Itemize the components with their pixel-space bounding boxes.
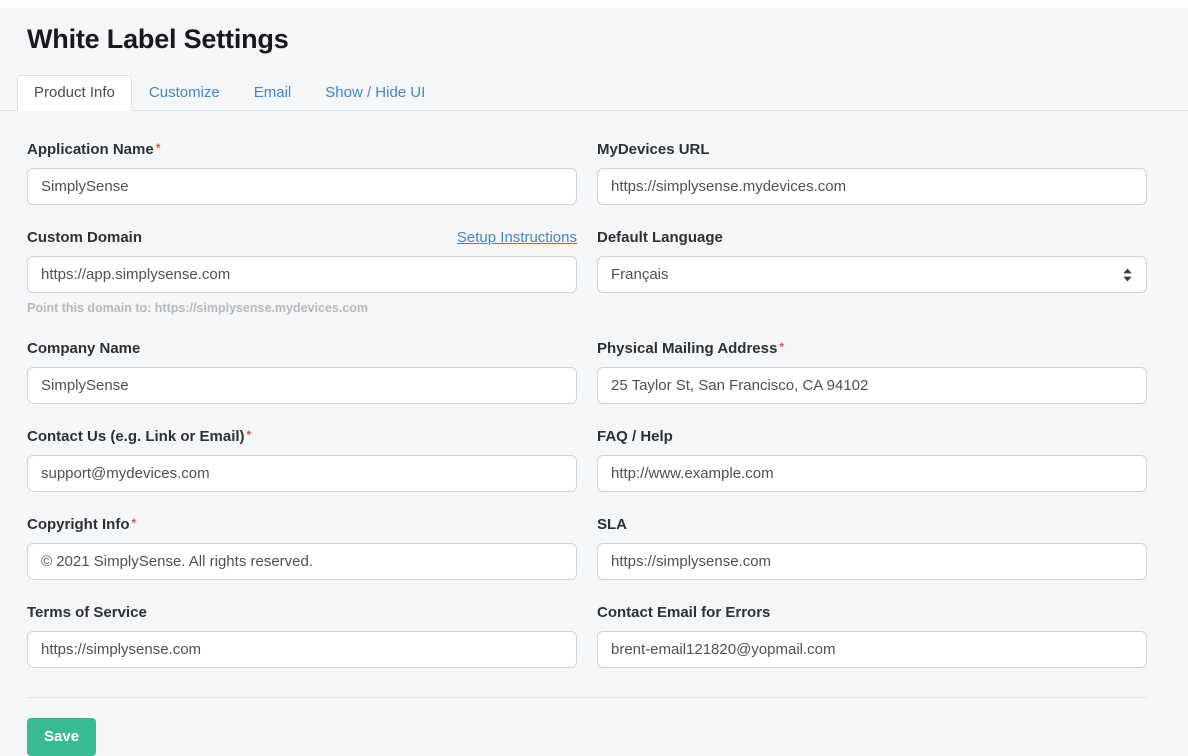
field-physical-mailing-address: Physical Mailing Address*	[597, 338, 1147, 404]
required-asterisk: *	[131, 516, 136, 530]
white-label-settings-page: White Label Settings Product Info Custom…	[0, 8, 1188, 756]
product-info-form: Application Name* MyDevices URL Custom D…	[27, 111, 1147, 668]
faq-help-label: FAQ / Help	[597, 426, 673, 447]
terms-of-service-label: Terms of Service	[27, 602, 147, 623]
page-title: White Label Settings	[27, 24, 1147, 55]
contact-email-for-errors-label: Contact Email for Errors	[597, 602, 770, 623]
required-asterisk: *	[156, 141, 161, 155]
field-terms-of-service: Terms of Service	[27, 602, 577, 668]
tab-product-info[interactable]: Product Info	[17, 75, 132, 111]
field-mydevices-url: MyDevices URL	[597, 139, 1147, 205]
select-arrows-icon	[1122, 268, 1133, 282]
terms-of-service-input[interactable]	[27, 631, 577, 668]
field-sla: SLA	[597, 514, 1147, 580]
company-name-label: Company Name	[27, 338, 140, 359]
tab-email[interactable]: Email	[237, 75, 309, 111]
setup-instructions-link[interactable]: Setup Instructions	[457, 229, 577, 246]
default-language-value: Français	[611, 266, 669, 283]
field-contact-email-for-errors: Contact Email for Errors	[597, 602, 1147, 668]
field-company-name: Company Name	[27, 338, 577, 404]
company-name-input[interactable]	[27, 367, 577, 404]
field-application-name: Application Name*	[27, 139, 577, 205]
application-name-label: Application Name*	[27, 139, 160, 160]
default-language-select[interactable]: Français	[597, 256, 1147, 293]
sla-input[interactable]	[597, 543, 1147, 580]
default-language-label: Default Language	[597, 227, 723, 248]
required-asterisk: *	[247, 428, 252, 442]
mydevices-url-input[interactable]	[597, 168, 1147, 205]
field-faq-help: FAQ / Help	[597, 426, 1147, 492]
copyright-info-input[interactable]	[27, 543, 577, 580]
mydevices-url-label: MyDevices URL	[597, 139, 710, 160]
settings-tabs: Product Info Customize Email Show / Hide…	[0, 75, 1188, 111]
field-contact-us: Contact Us (e.g. Link or Email)*	[27, 426, 577, 492]
tab-customize[interactable]: Customize	[132, 75, 237, 111]
physical-mailing-address-label: Physical Mailing Address*	[597, 338, 784, 359]
sla-label: SLA	[597, 514, 627, 535]
contact-us-input[interactable]	[27, 455, 577, 492]
physical-mailing-address-input[interactable]	[597, 367, 1147, 404]
application-name-input[interactable]	[27, 168, 577, 205]
faq-help-input[interactable]	[597, 455, 1147, 492]
custom-domain-label: Custom Domain	[27, 227, 142, 248]
top-navbar-strip	[0, 0, 1188, 8]
field-custom-domain: Custom Domain Setup Instructions Point t…	[27, 227, 577, 316]
contact-email-for-errors-input[interactable]	[597, 631, 1147, 668]
required-asterisk: *	[779, 340, 784, 354]
custom-domain-input[interactable]	[27, 256, 577, 293]
copyright-info-label: Copyright Info*	[27, 514, 136, 535]
field-copyright-info: Copyright Info*	[27, 514, 577, 580]
field-default-language: Default Language Français	[597, 227, 1147, 316]
save-button[interactable]: Save	[27, 718, 96, 756]
custom-domain-helper: Point this domain to: https://simplysens…	[27, 300, 577, 316]
tab-show-hide-ui[interactable]: Show / Hide UI	[308, 75, 442, 111]
form-divider	[27, 697, 1147, 698]
contact-us-label: Contact Us (e.g. Link or Email)*	[27, 426, 251, 447]
